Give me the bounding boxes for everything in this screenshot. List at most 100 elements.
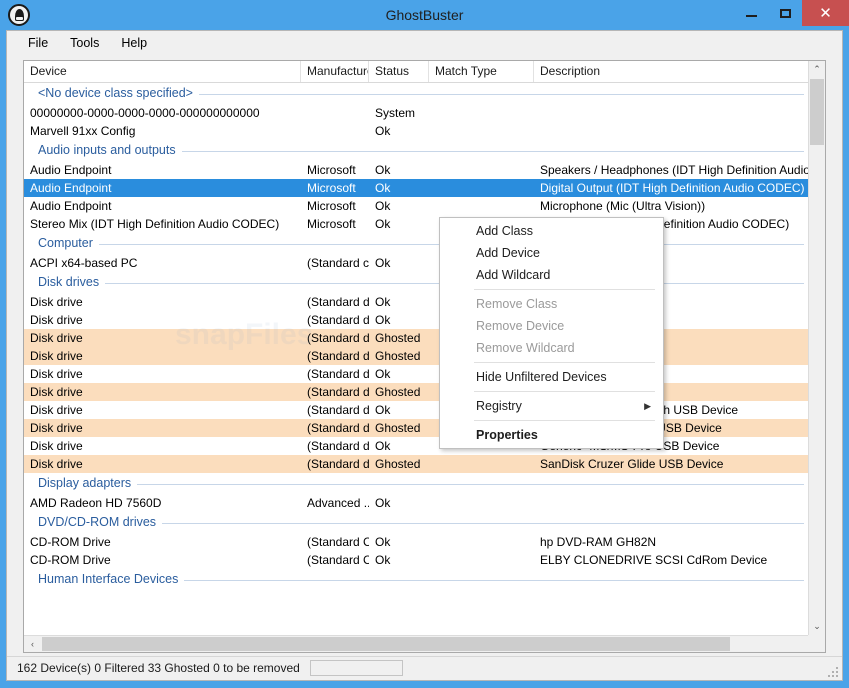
device-row[interactable]: Disk drive(Standard di...OkGeneric USB D… (24, 293, 810, 311)
column-header-manufacturer[interactable]: Manufacturer (301, 61, 369, 82)
cell-device: Disk drive (30, 367, 83, 381)
cell-manufacturer: (Standard di... (307, 349, 369, 363)
device-row[interactable]: Disk drive(Standard di...GhostedUSB Devi… (24, 383, 810, 401)
device-row[interactable]: Disk drive(Standard di...OkGeneric- Comp… (24, 401, 810, 419)
menu-file[interactable]: File (17, 33, 59, 53)
group-divider (38, 244, 804, 245)
device-group-header[interactable]: Display adapters (24, 473, 810, 494)
device-row[interactable]: Audio Endpoint Microsoft Ok Microphone (Mic… (24, 197, 810, 215)
cell-device: Audio Endpoint (30, 181, 112, 195)
group-label: Display adapters (38, 473, 138, 494)
context-menu[interactable]: Add Class Add Device Add Wildcard Remove Cl… (439, 217, 664, 449)
context-menu-separator (474, 391, 655, 392)
cell-match (429, 104, 534, 122)
scrollbar-corner (808, 635, 825, 652)
cell-match (429, 455, 534, 473)
cell-manufacturer: (Standard di... (307, 385, 369, 399)
device-row[interactable]: Disk drive(Standard di...OkUSB Device (24, 311, 810, 329)
cell-manufacturer (301, 122, 369, 140)
context-menu-item-add-wildcard[interactable]: Add Wildcard (440, 264, 663, 286)
device-row[interactable]: 00000000-0000-0000-0000-000000000000 Syst… (24, 104, 810, 122)
device-group-header[interactable]: <No device class specified> (24, 83, 810, 104)
column-header-status[interactable]: Status (369, 61, 429, 82)
cell-status: Ok (375, 553, 391, 567)
cell-device: Disk drive (30, 331, 83, 345)
column-header-description[interactable]: Description (534, 61, 810, 82)
minimize-button[interactable] (734, 0, 768, 26)
context-menu-item-remove-wildcard: Remove Wildcard (440, 337, 663, 359)
cell-manufacturer: (Standard di... (307, 313, 369, 327)
close-button[interactable]: ✕ (802, 0, 849, 26)
device-group-header[interactable]: Human Interface Devices (24, 569, 810, 590)
cell-description (534, 122, 810, 140)
scroll-down-arrow[interactable]: ⌄ (809, 618, 825, 635)
menu-help[interactable]: Help (110, 33, 158, 53)
horizontal-scroll-thumb[interactable] (42, 637, 730, 651)
context-menu-item-add-device[interactable]: Add Device (440, 242, 663, 264)
device-row[interactable]: CD-ROM Drive (Standard C... Ok hp DVD-RAM G… (24, 533, 810, 551)
cell-match (429, 551, 534, 569)
cell-description: Digital Output (IDT High Definition Audi… (540, 181, 805, 195)
cell-status: Ok (375, 181, 391, 195)
cell-manufacturer: (Standard di... (307, 331, 369, 345)
device-row[interactable]: Disk drive (Standard di... Ghosted (24, 329, 810, 347)
context-menu-item-label: Properties (476, 428, 538, 442)
cell-status: Ghosted (375, 385, 421, 399)
vertical-scrollbar[interactable]: ⌃ ⌄ (808, 61, 825, 635)
device-row[interactable]: Disk drive(Standard di...GhostedIC25N080… (24, 419, 810, 437)
device-group-header[interactable]: Disk drives (24, 272, 810, 293)
scroll-left-arrow[interactable]: ‹ (24, 636, 41, 652)
device-row[interactable]: Disk drive (Standard di... Ghosted SanDisk … (24, 455, 810, 473)
device-row[interactable]: Disk drive(Standard di...Ghosted2A7B2 (24, 347, 810, 365)
scroll-up-arrow[interactable]: ⌃ (809, 61, 825, 78)
device-row[interactable]: AMD Radeon HD 7560D Advanced ... Ok (24, 494, 810, 512)
device-row[interactable]: Audio Endpoint Microsoft Ok Digital Output … (24, 179, 810, 197)
group-label: Disk drives (38, 272, 106, 293)
title-bar: GhostBuster ✕ (0, 0, 849, 30)
context-menu-item-label: Remove Class (476, 297, 558, 311)
context-menu-item-hide-unfiltered-devices[interactable]: Hide Unfiltered Devices (440, 366, 663, 388)
cell-status: Ghosted (375, 331, 421, 345)
cell-manufacturer: Microsoft (307, 217, 356, 231)
cell-description: hp DVD-RAM GH82N (540, 535, 657, 549)
cell-match (429, 197, 534, 215)
cell-device: Audio Endpoint (30, 163, 112, 177)
cell-manufacturer: Microsoft (307, 199, 356, 213)
menu-tools[interactable]: Tools (59, 33, 110, 53)
context-menu-item-properties[interactable]: Properties (440, 424, 663, 446)
cell-description (534, 104, 810, 122)
column-header-device[interactable]: Device (24, 61, 301, 82)
maximize-button[interactable] (768, 0, 802, 26)
context-menu-item-remove-device: Remove Device (440, 315, 663, 337)
device-row[interactable]: Audio Endpoint Microsoft Ok Speakers / Head… (24, 161, 810, 179)
vertical-scroll-thumb[interactable] (810, 79, 824, 145)
device-group-header[interactable]: Audio inputs and outputs (24, 140, 810, 161)
context-menu-item-remove-class: Remove Class (440, 293, 663, 315)
list-body[interactable]: <No device class specified> 00000000-0000… (24, 83, 810, 635)
cell-match (429, 179, 534, 197)
column-header-match-type[interactable]: Match Type (429, 61, 534, 82)
device-row[interactable]: Stereo Mix (IDT High Definition Audio CO… (24, 215, 810, 233)
device-group-header[interactable]: Computer (24, 233, 810, 254)
device-row[interactable]: Marvell 91xx Config Ok (24, 122, 810, 140)
resize-grip[interactable] (826, 665, 838, 677)
context-menu-item-label: Hide Unfiltered Devices (476, 370, 607, 384)
cell-description: SanDisk Cruzer Glide USB Device (540, 457, 724, 471)
group-label: Audio inputs and outputs (38, 140, 182, 161)
cell-device: Disk drive (30, 421, 83, 435)
context-menu-item-registry[interactable]: Registry ▶ (440, 395, 663, 417)
context-menu-item-add-class[interactable]: Add Class (440, 220, 663, 242)
device-row[interactable]: Disk drive(Standard di...Ok2 (24, 365, 810, 383)
device-row[interactable]: ACPI x64-based PC (Standard c... Ok (24, 254, 810, 272)
device-list-view[interactable]: DeviceManufacturerStatusMatch TypeDescri… (23, 60, 826, 653)
device-group-header[interactable]: DVD/CD-ROM drives (24, 512, 810, 533)
cell-manufacturer: (Standard c... (307, 256, 369, 270)
window-controls: ✕ (734, 0, 849, 26)
cell-status: Ok (375, 295, 391, 309)
menu-bar: File Tools Help (7, 31, 842, 55)
cell-device: CD-ROM Drive (30, 535, 111, 549)
horizontal-scrollbar[interactable]: ‹ › (24, 635, 825, 652)
device-row[interactable]: Disk drive(Standard di...OkGeneric- MS/M… (24, 437, 810, 455)
device-row[interactable]: CD-ROM Drive (Standard C... Ok ELBY CLONEDR… (24, 551, 810, 569)
cell-manufacturer: (Standard di... (307, 367, 369, 381)
